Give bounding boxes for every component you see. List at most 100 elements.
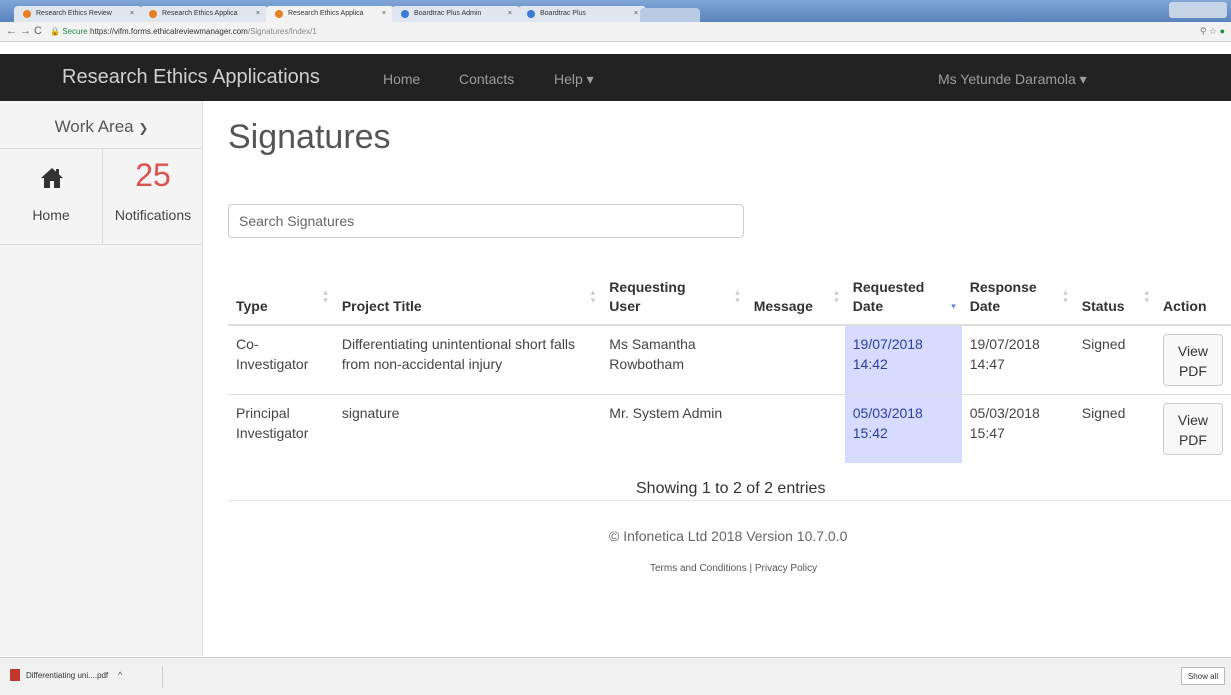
browser-tab[interactable]: Boardtrac Plus Admin ×: [392, 6, 520, 22]
column-label: Type: [236, 298, 268, 314]
column-header-project-title[interactable]: Project Title ▴ ▾: [333, 270, 602, 326]
sidebar-item-home[interactable]: Home: [0, 149, 103, 245]
app-brand[interactable]: Research Ethics Applications: [62, 66, 320, 89]
column-label: Project Title: [341, 298, 422, 314]
close-icon[interactable]: ×: [130, 10, 134, 17]
window-controls[interactable]: [1169, 2, 1227, 18]
column-header-status[interactable]: Status ▴ ▾: [1073, 270, 1155, 326]
footer-divider: [228, 500, 1231, 501]
cell-requested-date: 05/03/2018 15:42: [844, 394, 962, 463]
cell-message: [745, 394, 845, 463]
table-header-row: Type ▴ ▾ Project Title ▴ ▾ Requesting User ▴ ▾…: [228, 270, 1231, 326]
reload-icon[interactable]: C: [34, 25, 42, 37]
view-pdf-button[interactable]: View PDF: [1162, 403, 1223, 455]
favicon-icon: [275, 10, 283, 18]
forward-icon[interactable]: →: [20, 25, 31, 37]
work-area-toggle[interactable]: Work Area ❯: [0, 101, 203, 149]
column-label: Status: [1081, 298, 1125, 314]
favicon-icon: [527, 10, 535, 18]
privacy-link[interactable]: Privacy Policy: [755, 563, 817, 574]
nav-home[interactable]: Home: [383, 71, 420, 87]
sort-icon: ▴ ▾: [1144, 287, 1149, 305]
cell-message: [745, 324, 845, 395]
column-header-requested-date[interactable]: Requested Date ▾: [844, 270, 962, 326]
secure-lock-indicator[interactable]: 🔒 Secure: [50, 27, 88, 36]
sidebar: Work Area ❯ Home 25 Notifications: [0, 101, 203, 656]
footer-links: Terms and Conditions | Privacy Policy: [650, 563, 818, 574]
cell-type: Co-Investigator: [228, 324, 334, 395]
download-item[interactable]: Differentiating uni....pdf ^: [8, 666, 163, 688]
browser-tabstrip: Research Ethics Review × Research Ethics…: [0, 0, 1231, 22]
sidebar-item-label: Home: [32, 207, 70, 223]
cell-status: Signed: [1073, 324, 1155, 395]
cell-project-title: Differentiating unintentional short fall…: [333, 324, 602, 395]
favicon-icon: [149, 10, 157, 18]
cell-status: Signed: [1073, 394, 1155, 463]
sidebar-item-notifications[interactable]: 25 Notifications: [103, 149, 203, 245]
column-label: Requested Date: [852, 279, 925, 314]
chevron-down-icon: ❯: [138, 121, 149, 135]
column-label: Requesting User: [609, 279, 686, 314]
column-label: Message: [753, 298, 813, 314]
download-bar: Differentiating uni....pdf ^ Show all: [0, 657, 1231, 695]
url-path: /Signatures/Index/1: [247, 27, 317, 36]
terms-link[interactable]: Terms and Conditions: [650, 563, 747, 574]
table-row: Principal Investigator signature Mr. Sys…: [228, 394, 1231, 463]
close-icon[interactable]: ×: [382, 10, 386, 17]
url-field[interactable]: https://vifm.forms.ethicalreviewmanager.…: [90, 27, 317, 36]
sort-icon: ▴ ▾: [834, 287, 839, 305]
tab-label: Research Ethics Applica: [162, 10, 238, 17]
browser-tab[interactable]: Research Ethics Review ×: [14, 6, 142, 22]
favicon-icon: [401, 10, 409, 18]
home-icon: [41, 168, 63, 188]
address-actions: ⚲ ☆ ●: [1200, 26, 1225, 37]
browser-tab-active[interactable]: Research Ethics Applica ×: [266, 6, 394, 22]
browser-tab[interactable]: Research Ethics Applica ×: [140, 6, 268, 22]
tab-label: Boardtrac Plus: [540, 10, 586, 17]
favicon-icon: [23, 10, 31, 18]
pdf-file-icon: [10, 669, 20, 681]
column-header-type[interactable]: Type ▴ ▾: [228, 270, 334, 326]
cell-type: Principal Investigator: [228, 394, 334, 463]
table-row: Co-Investigator Differentiating unintent…: [228, 324, 1231, 395]
search-input[interactable]: [228, 204, 744, 238]
secure-label: Secure: [62, 27, 88, 36]
cell-requested-date: 19/07/2018 14:42: [844, 324, 962, 395]
column-header-requesting-user[interactable]: Requesting User ▴ ▾: [601, 270, 746, 326]
new-tab-button[interactable]: [640, 8, 700, 22]
download-filename: Differentiating uni....pdf: [26, 671, 109, 680]
view-pdf-button[interactable]: View PDF: [1162, 334, 1223, 386]
app-navbar: Research Ethics Applications Home Contac…: [0, 54, 1231, 101]
column-header-response-date[interactable]: Response Date ▴ ▾: [961, 270, 1074, 326]
zoom-icon[interactable]: ⚲: [1200, 26, 1207, 36]
url-host: https://vifm.forms.ethicalreviewmanager.…: [90, 27, 248, 36]
sort-icon: ▴ ▾: [323, 287, 328, 305]
cell-response-date: 19/07/2018 14:47: [961, 324, 1074, 395]
star-icon[interactable]: ☆: [1209, 26, 1217, 36]
column-header-message[interactable]: Message ▴ ▾: [745, 270, 845, 326]
browser-tab[interactable]: Boardtrac Plus ×: [518, 6, 646, 22]
sort-icon: ▴ ▾: [1063, 287, 1068, 305]
nav-contacts[interactable]: Contacts: [459, 71, 514, 87]
sort-icon: ▴ ▾: [590, 287, 596, 305]
tab-label: Research Ethics Review: [36, 10, 112, 17]
footer-copyright: © Infonetica Ltd 2018 Version 10.7.0.0: [609, 528, 848, 544]
chevron-up-icon[interactable]: ^: [118, 670, 122, 680]
cell-project-title: signature: [333, 394, 602, 463]
close-icon[interactable]: ×: [508, 10, 512, 17]
address-bar: ← → C 🔒 Secure https://vifm.forms.ethica…: [0, 22, 1231, 42]
cell-action: View PDF: [1154, 324, 1231, 395]
show-all-button[interactable]: Show all: [1181, 667, 1225, 685]
sidebar-item-label: Notifications: [114, 207, 192, 223]
tab-label: Boardtrac Plus Admin: [414, 10, 482, 17]
work-area-label: Work Area: [54, 117, 134, 136]
user-menu[interactable]: Ms Yetunde Daramola ▾: [938, 71, 1087, 88]
extension-icon[interactable]: ●: [1220, 26, 1225, 36]
cell-requesting-user: Ms Samantha Rowbotham: [601, 324, 746, 395]
close-icon[interactable]: ×: [634, 10, 638, 17]
nav-help[interactable]: Help ▾: [554, 71, 594, 88]
tab-label: Research Ethics Applica: [288, 10, 364, 17]
back-icon[interactable]: ←: [6, 25, 17, 37]
close-icon[interactable]: ×: [256, 10, 260, 17]
sort-desc-icon: ▾: [951, 301, 956, 311]
